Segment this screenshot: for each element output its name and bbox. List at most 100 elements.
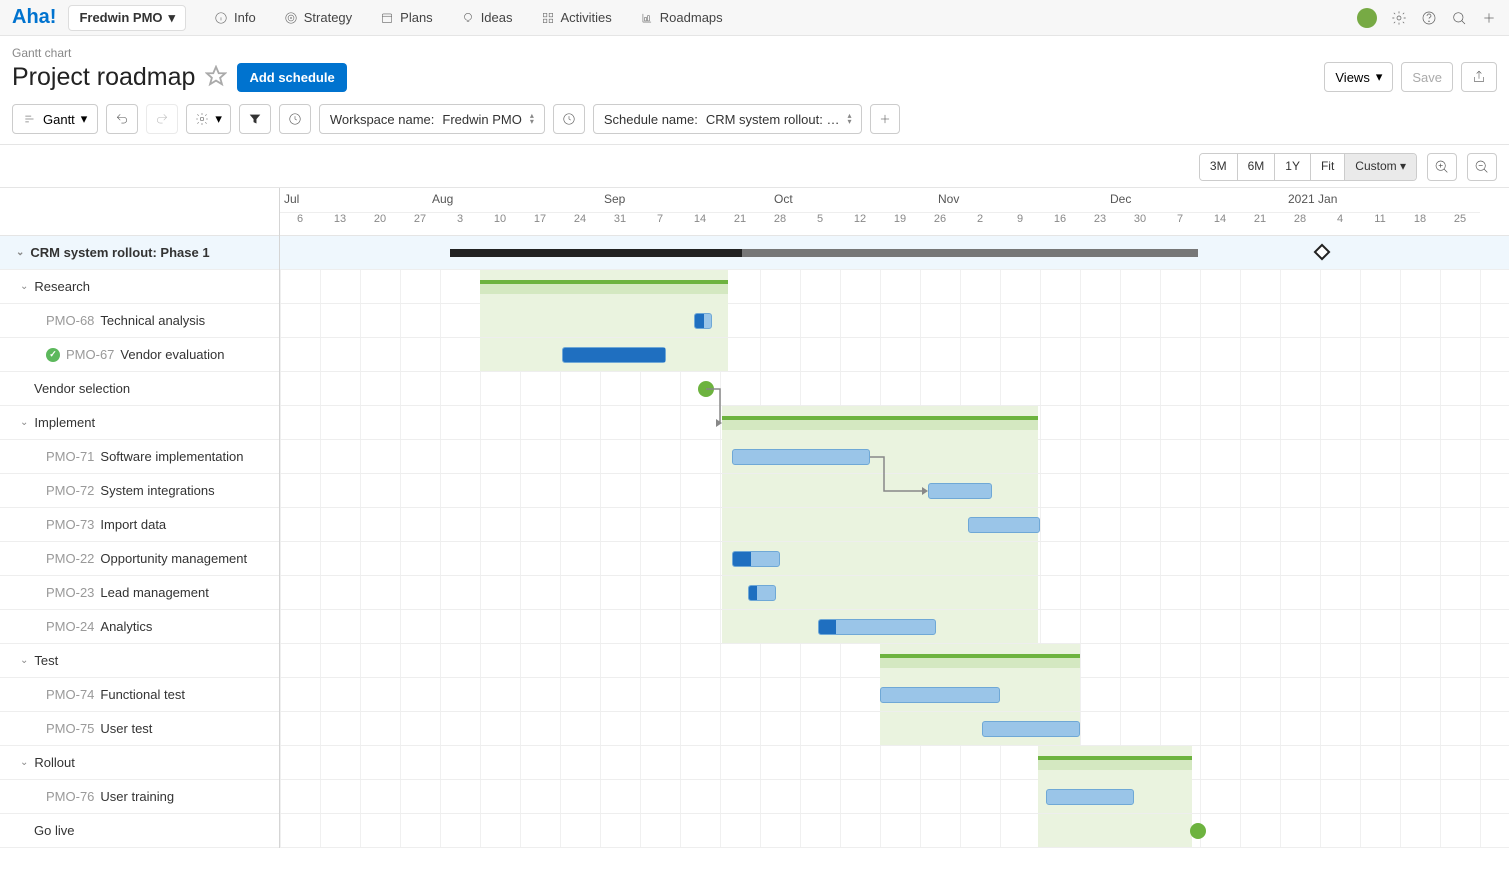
timeline-row[interactable] [280, 304, 1509, 338]
day-label: 27 [400, 212, 440, 236]
sidebar-row-group[interactable]: ⌄Test [0, 644, 279, 678]
chevron-down-icon[interactable]: ⌄ [16, 247, 24, 258]
sidebar-row-task[interactable]: PMO-22Opportunity management [0, 542, 279, 576]
task-bar[interactable] [562, 347, 666, 363]
sidebar-row-task[interactable]: PMO-74Functional test [0, 678, 279, 712]
chevron-down-icon[interactable]: ⌄ [20, 281, 28, 292]
group-bar[interactable] [880, 654, 1080, 668]
group-bar[interactable] [722, 416, 1038, 430]
row-label: Lead management [100, 585, 208, 600]
milestone-dot[interactable] [1190, 823, 1206, 839]
nav-strategy[interactable]: Strategy [272, 6, 364, 29]
timeline-row[interactable] [280, 372, 1509, 406]
clock-button-1[interactable] [279, 104, 311, 134]
timeline-row[interactable] [280, 678, 1509, 712]
save-button[interactable]: Save [1401, 62, 1453, 92]
sidebar-row-task[interactable]: PMO-23Lead management [0, 576, 279, 610]
day-label: 4 [1320, 212, 1360, 236]
group-bar[interactable] [480, 280, 728, 294]
sidebar-row-task[interactable]: PMO-72System integrations [0, 474, 279, 508]
task-bar[interactable] [732, 551, 780, 567]
task-bar[interactable] [1046, 789, 1134, 805]
timeline-row[interactable] [280, 576, 1509, 610]
zoom-out-button[interactable] [1467, 153, 1497, 181]
timeline-row[interactable] [280, 338, 1509, 372]
sidebar-row-milestone[interactable]: Vendor selection [0, 372, 279, 406]
timeline-row[interactable] [280, 440, 1509, 474]
task-bar[interactable] [982, 721, 1080, 737]
timeline-row[interactable] [280, 474, 1509, 508]
task-id: PMO-71 [46, 449, 94, 464]
sidebar-row-phase[interactable]: ⌄CRM system rollout: Phase 1 [0, 236, 279, 270]
search-icon[interactable] [1451, 10, 1467, 26]
phase-bar[interactable] [450, 249, 1198, 257]
chevron-down-icon[interactable]: ⌄ [20, 655, 28, 666]
nav-activities[interactable]: Activities [529, 6, 624, 29]
gantt-timeline[interactable]: JulAugSepOctNovDec2021 Jan 6132027310172… [280, 188, 1509, 848]
timeline-row[interactable] [280, 814, 1509, 848]
chevron-down-icon[interactable]: ⌄ [20, 417, 28, 428]
timeline-row[interactable] [280, 236, 1509, 270]
timeline-row[interactable] [280, 644, 1509, 678]
timeline-row[interactable] [280, 270, 1509, 304]
sidebar-row-group[interactable]: ⌄Implement [0, 406, 279, 440]
sidebar-row-task[interactable]: PMO-24Analytics [0, 610, 279, 644]
avatar[interactable] [1357, 8, 1377, 28]
gantt-view-dropdown[interactable]: Gantt ▾ [12, 104, 98, 134]
zoom-in-button[interactable] [1427, 153, 1457, 181]
row-label: Vendor selection [34, 381, 130, 396]
workspace-filter[interactable]: Workspace name: Fredwin PMO ▴▾ [319, 104, 545, 134]
plus-icon[interactable] [1481, 10, 1497, 26]
schedule-filter[interactable]: Schedule name: CRM system rollout: … ▴▾ [593, 104, 863, 134]
group-bar[interactable] [1038, 756, 1192, 770]
gear-icon[interactable] [1391, 10, 1407, 26]
zoom-fit[interactable]: Fit [1311, 154, 1345, 180]
settings-dropdown[interactable]: ▾ [186, 104, 231, 134]
task-bar[interactable] [928, 483, 992, 499]
sidebar-row-task[interactable]: PMO-73Import data [0, 508, 279, 542]
task-bar[interactable] [880, 687, 1000, 703]
help-icon[interactable] [1421, 10, 1437, 26]
task-bar[interactable] [732, 449, 870, 465]
nav-ideas[interactable]: Ideas [449, 6, 525, 29]
clock-button-2[interactable] [553, 104, 585, 134]
task-bar[interactable] [968, 517, 1040, 533]
timeline-row[interactable] [280, 780, 1509, 814]
sidebar-row-task[interactable]: PMO-67Vendor evaluation [0, 338, 279, 372]
phase-milestone-diamond[interactable] [1314, 244, 1331, 261]
add-schedule-button[interactable]: Add schedule [237, 63, 346, 92]
timeline-row[interactable] [280, 712, 1509, 746]
sidebar-row-group[interactable]: ⌄Research [0, 270, 279, 304]
task-bar[interactable] [818, 619, 936, 635]
zoom-custom[interactable]: Custom ▾ [1345, 154, 1416, 180]
timeline-row[interactable] [280, 406, 1509, 440]
task-bar[interactable] [748, 585, 776, 601]
sidebar-row-task[interactable]: PMO-76User training [0, 780, 279, 814]
timeline-row[interactable] [280, 542, 1509, 576]
share-button[interactable] [1461, 62, 1497, 92]
views-dropdown[interactable]: Views ▾ [1324, 62, 1393, 92]
nav-info[interactable]: Info [202, 6, 268, 29]
sidebar-row-milestone[interactable]: Go live [0, 814, 279, 848]
sidebar-row-task[interactable]: PMO-68Technical analysis [0, 304, 279, 338]
sidebar-row-group[interactable]: ⌄Rollout [0, 746, 279, 780]
favorite-button[interactable] [205, 65, 227, 90]
sidebar-row-task[interactable]: PMO-75User test [0, 712, 279, 746]
filter-button[interactable] [239, 104, 271, 134]
zoom-6m[interactable]: 6M [1238, 154, 1276, 180]
zoom-3m[interactable]: 3M [1200, 154, 1238, 180]
milestone-dot[interactable] [698, 381, 714, 397]
task-bar[interactable] [694, 313, 712, 329]
timeline-row[interactable] [280, 508, 1509, 542]
undo-button[interactable] [106, 104, 138, 134]
timeline-row[interactable] [280, 746, 1509, 780]
redo-button[interactable] [146, 104, 178, 134]
zoom-1y[interactable]: 1Y [1275, 154, 1311, 180]
nav-roadmaps[interactable]: Roadmaps [628, 6, 735, 29]
workspace-dropdown[interactable]: Fredwin PMO ▾ [68, 5, 186, 31]
sidebar-row-task[interactable]: PMO-71Software implementation [0, 440, 279, 474]
timeline-row[interactable] [280, 610, 1509, 644]
chevron-down-icon[interactable]: ⌄ [20, 757, 28, 768]
add-filter-button[interactable] [870, 104, 900, 134]
nav-plans[interactable]: Plans [368, 6, 445, 29]
